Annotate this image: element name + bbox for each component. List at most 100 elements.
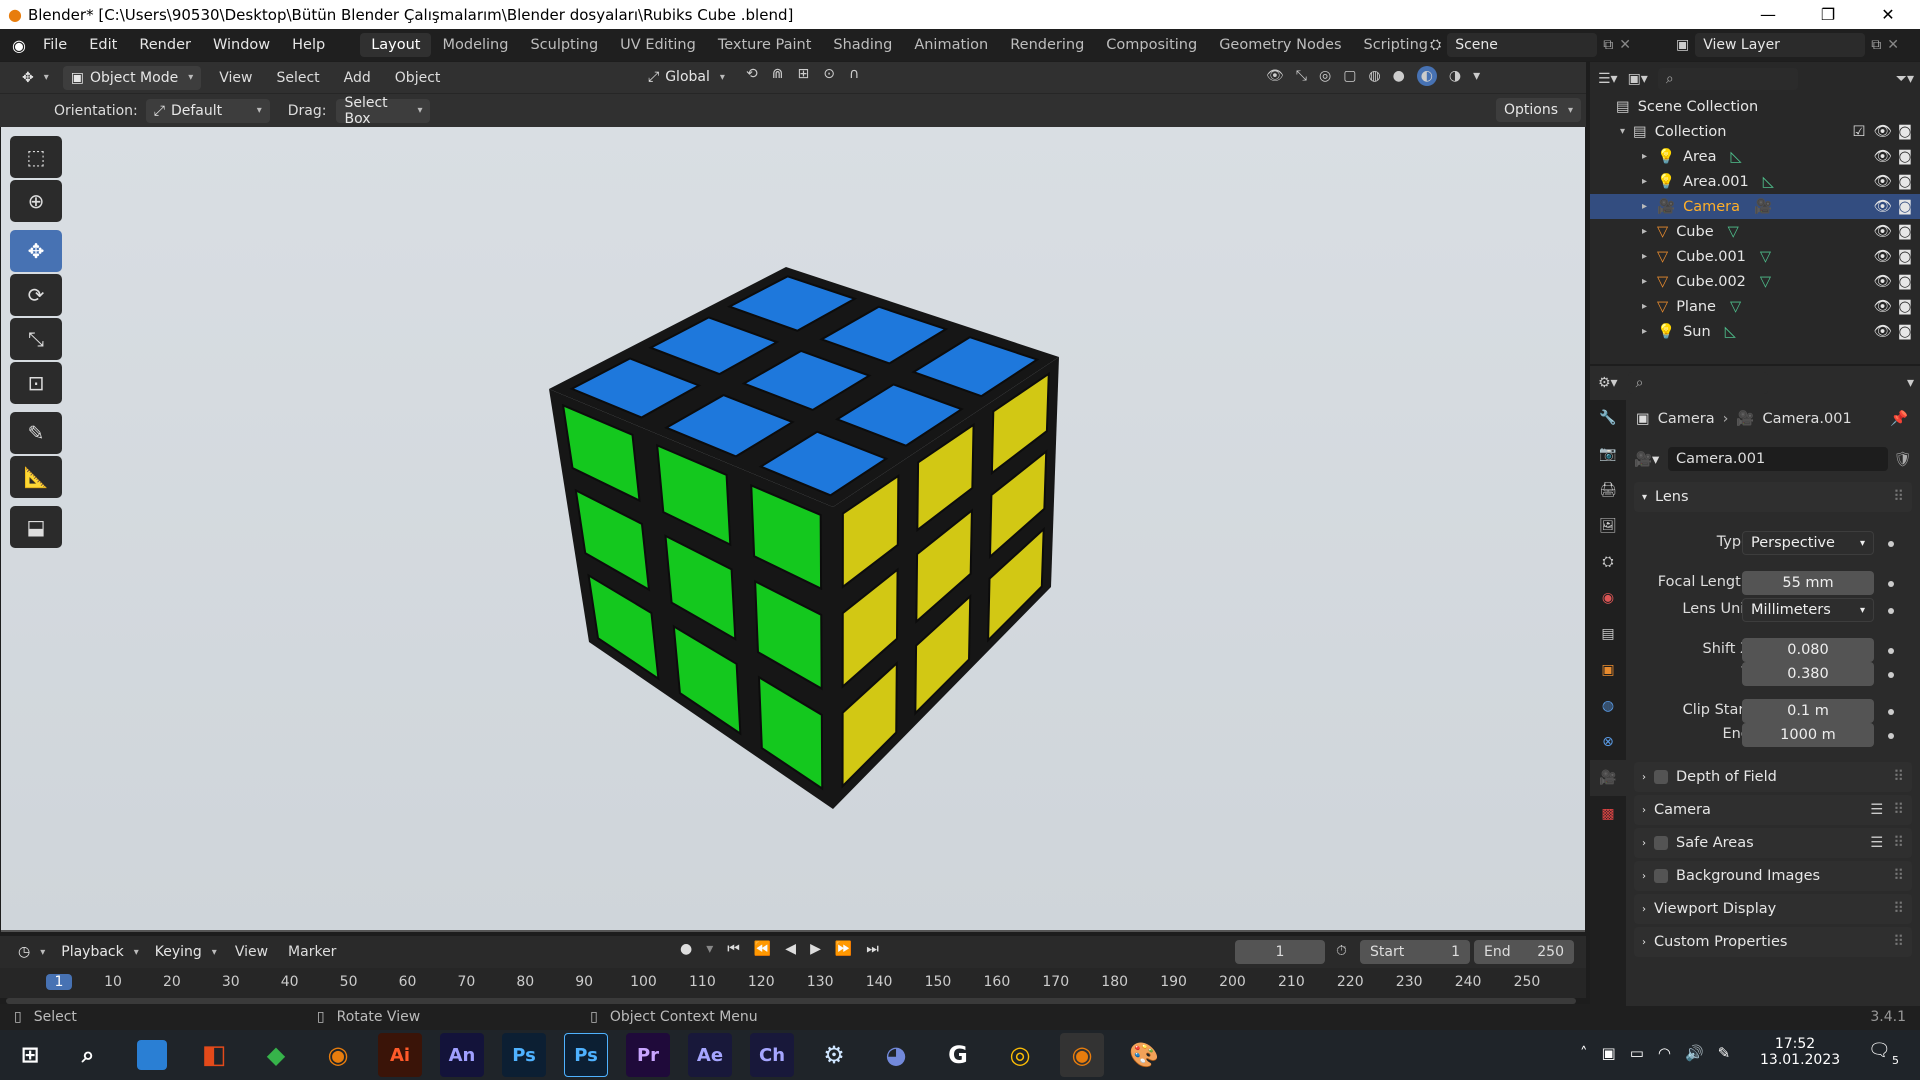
camera-panel[interactable]: › Camera ☰ ⠿ xyxy=(1634,795,1912,825)
camera-render-icon[interactable]: ◙ xyxy=(1898,299,1912,315)
clip-end-field[interactable]: 1000 m xyxy=(1742,723,1874,747)
tab-shading[interactable]: Shading xyxy=(822,33,903,57)
office-icon[interactable]: ◧ xyxy=(192,1033,236,1077)
remove-view-layer-icon[interactable]: ✕ xyxy=(1887,37,1899,53)
illustrator-icon[interactable]: Ai xyxy=(378,1033,422,1077)
dof-checkbox[interactable] xyxy=(1654,770,1668,784)
3d-viewport[interactable] xyxy=(1,127,1585,932)
outliner-scene-collection[interactable]: ▤ Scene Collection xyxy=(1590,94,1920,119)
tab-collection[interactable]: ▤ xyxy=(1590,616,1626,652)
premiere-icon[interactable]: Pr xyxy=(626,1033,670,1077)
snap-target-icon[interactable]: ⊞ xyxy=(797,66,809,82)
view-layer-selector[interactable]: View Layer xyxy=(1695,33,1866,57)
viewport-display-panel[interactable]: › Viewport Display ⠿ xyxy=(1634,894,1912,924)
tray-chevron-icon[interactable]: ˄ xyxy=(1580,1044,1588,1062)
paint-icon[interactable]: 🎨 xyxy=(1122,1033,1166,1077)
overlay-icon[interactable]: ◎ xyxy=(1319,68,1331,84)
lens-panel-header[interactable]: ▾ Lens ⠿ xyxy=(1634,482,1912,512)
unit-keyframe-dot[interactable] xyxy=(1888,608,1894,614)
menu-window[interactable]: Window xyxy=(202,37,281,53)
tab-uv-editing[interactable]: UV Editing xyxy=(609,33,707,57)
expand-icon[interactable]: ▸ xyxy=(1642,301,1647,312)
move-tool[interactable]: ✥ xyxy=(10,230,62,272)
eye-icon[interactable]: 👁 xyxy=(1874,173,1892,190)
character-animator-icon[interactable]: Ch xyxy=(750,1033,794,1077)
properties-options-icon[interactable]: ▾ xyxy=(1907,375,1914,391)
record-icon[interactable]: ● xyxy=(680,941,692,957)
expand-icon[interactable]: ▸ xyxy=(1642,276,1647,287)
expand-icon[interactable]: ▸ xyxy=(1642,176,1647,187)
maximize-button[interactable]: ❐ xyxy=(1800,0,1856,29)
menu-help[interactable]: Help xyxy=(281,37,336,53)
background-images-panel[interactable]: › Background Images ⠿ xyxy=(1634,861,1912,891)
focal-keyframe-dot[interactable] xyxy=(1888,581,1894,587)
jump-start-icon[interactable]: ⏮ xyxy=(727,941,740,957)
wireframe-shading-icon[interactable]: ◍ xyxy=(1368,68,1380,84)
rotate-tool[interactable]: ⟳ xyxy=(10,274,62,316)
cursor-tool[interactable]: ⊕ xyxy=(10,180,62,222)
lens-type-dropdown[interactable]: Perspective ▾ xyxy=(1742,531,1874,555)
camera-render-icon[interactable]: ◙ xyxy=(1898,274,1912,290)
clip-end-keyframe-dot[interactable] xyxy=(1888,733,1894,739)
menu-render[interactable]: Render xyxy=(128,37,202,53)
blender-active-taskbar-icon[interactable]: ◉ xyxy=(1060,1033,1104,1077)
outliner-item-camera[interactable]: ▸ 🎥 Camera 🎥 👁 ◙ xyxy=(1590,194,1920,219)
datablock-name-field[interactable]: Camera.001 xyxy=(1668,447,1888,471)
focal-length-field[interactable]: 55 mm xyxy=(1742,571,1874,595)
eye-icon[interactable]: 👁 xyxy=(1874,273,1892,290)
tab-texture[interactable]: ▩ xyxy=(1590,796,1626,832)
select-box-tool[interactable]: ⬚ xyxy=(10,136,62,178)
viewport-display-drag-handle-icon[interactable]: ⠿ xyxy=(1893,901,1904,917)
battery-icon[interactable]: ▭ xyxy=(1630,1044,1644,1062)
jump-end-icon[interactable]: ⏭ xyxy=(866,941,879,957)
outliner-item-plane[interactable]: ▸ ▽ Plane ▽ 👁 ◙ xyxy=(1590,294,1920,319)
safe-areas-drag-handle-icon[interactable]: ⠿ xyxy=(1893,835,1904,851)
tab-animation[interactable]: Animation xyxy=(903,33,999,57)
mode-selector[interactable]: ▣ Object Mode ▾ xyxy=(62,65,202,90)
camera-render-icon[interactable]: ◙ xyxy=(1898,124,1912,140)
tab-texture-paint[interactable]: Texture Paint xyxy=(707,33,823,57)
outliner-item-area-001[interactable]: ▸ 💡 Area.001 ◺ 👁 ◙ xyxy=(1590,169,1920,194)
camera-presets-icon[interactable]: ☰ xyxy=(1870,802,1883,818)
mesh-data-icon[interactable]: ▽ xyxy=(1730,299,1741,315)
expand-icon[interactable]: ▸ xyxy=(1642,251,1647,262)
transform-tool[interactable]: ⊡ xyxy=(10,362,62,404)
current-frame-field[interactable]: 1 xyxy=(1235,940,1325,964)
tab-render[interactable]: 📷 xyxy=(1590,436,1626,472)
scene-selector[interactable]: Scene xyxy=(1447,33,1598,57)
eye-icon[interactable]: 👁 xyxy=(1874,248,1892,265)
viewport-menu-select[interactable]: Select xyxy=(264,70,331,86)
steam-icon[interactable]: ⚙ xyxy=(812,1033,856,1077)
shift-x-field[interactable]: 0.080 xyxy=(1742,638,1874,662)
properties-search[interactable]: ⌕ xyxy=(1627,372,1768,394)
expand-icon[interactable]: ▸ xyxy=(1642,226,1647,237)
tab-view-layer[interactable]: 🖼 xyxy=(1590,508,1626,544)
mesh-data-icon[interactable]: ▽ xyxy=(1760,249,1771,265)
stopwatch-icon[interactable]: ⏱ xyxy=(1336,943,1347,959)
viewport-menu-object[interactable]: Object xyxy=(383,70,453,86)
pin-icon[interactable]: 📌 xyxy=(1890,410,1908,427)
scene-icon[interactable]: ⛭ xyxy=(1430,37,1441,53)
animate-icon[interactable]: An xyxy=(440,1033,484,1077)
tab-tool[interactable]: 🔧 xyxy=(1590,400,1626,436)
lens-drag-handle-icon[interactable]: ⠿ xyxy=(1893,489,1904,505)
safe-areas-panel[interactable]: › Safe Areas ☰ ⠿ xyxy=(1634,828,1912,858)
tab-camera-data[interactable]: 🎥 xyxy=(1590,760,1626,796)
properties-editor-type-icon[interactable]: ⚙▾ xyxy=(1598,375,1618,391)
close-button[interactable]: ✕ xyxy=(1860,0,1916,29)
lens-unit-dropdown[interactable]: Millimeters ▾ xyxy=(1742,598,1874,622)
shading-options-icon[interactable]: ▾ xyxy=(1473,68,1480,84)
tab-rendering[interactable]: Rendering xyxy=(999,33,1095,57)
viewport-menu-view[interactable]: View xyxy=(207,70,264,86)
timeline-editor-type[interactable]: ◷ ▾ xyxy=(10,940,53,964)
filter-icon[interactable]: ⏷▾ xyxy=(1896,71,1914,87)
expand-icon[interactable]: ▸ xyxy=(1642,151,1647,162)
game-app-icon[interactable]: ◆ xyxy=(254,1033,298,1077)
start-button[interactable]: ⊞ xyxy=(8,1033,52,1077)
blender-menu-icon[interactable]: ◉ xyxy=(12,36,26,55)
eye-icon[interactable]: 👁 xyxy=(1874,298,1892,315)
camera-render-icon[interactable]: ◙ xyxy=(1898,249,1912,265)
options-dropdown[interactable]: Options ▾ xyxy=(1496,98,1582,122)
outliner-collection[interactable]: ▾ ▤ Collection ☑ 👁 ◙ xyxy=(1590,119,1920,144)
light-data-icon[interactable]: ◺ xyxy=(1725,324,1736,340)
